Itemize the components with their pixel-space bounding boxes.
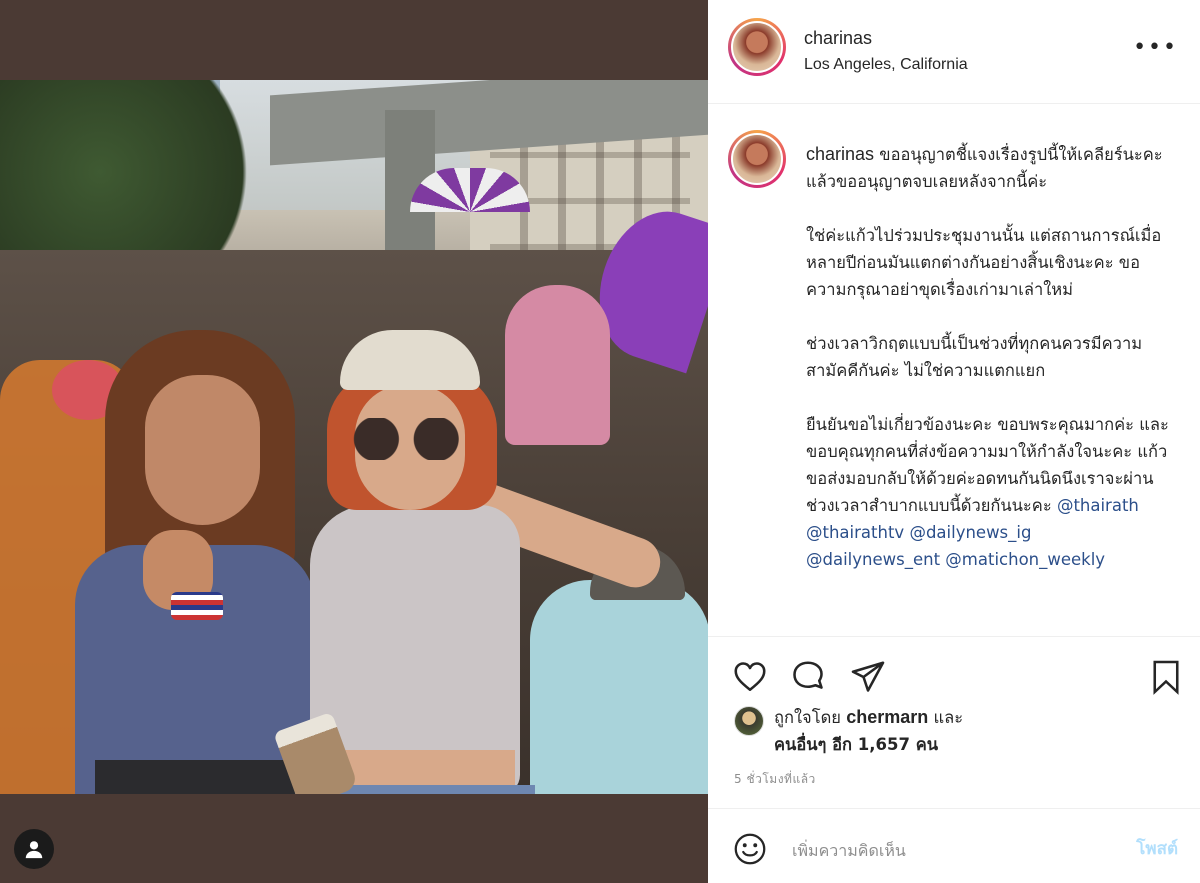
post-panel: charinas Los Angeles, California ••• cha… (708, 0, 1200, 883)
caption-avatar[interactable] (728, 130, 786, 188)
user-icon (25, 841, 43, 859)
comment-icon (793, 661, 823, 689)
profile-icon[interactable] (14, 829, 54, 869)
post-header: charinas Los Angeles, California ••• (708, 0, 1200, 104)
author-avatar[interactable] (728, 18, 786, 76)
liker-username[interactable]: chermarn (846, 707, 928, 727)
post-location[interactable]: Los Angeles, California (804, 56, 968, 74)
caption-area[interactable]: charinas ขออนุญาตชี้แจงเรื่องรูปนี้ให้เค… (708, 105, 1200, 637)
caption-paragraph-2: ใช่ค่ะแก้วไปร่วมประชุมงานนั้น แต่สถานการ… (806, 226, 1162, 299)
like-button[interactable] (730, 657, 770, 697)
bookmark-icon (1153, 660, 1179, 695)
post-comment-button[interactable]: โพสต์ (1136, 835, 1178, 862)
emoji-icon[interactable] (732, 831, 768, 867)
save-button[interactable] (1146, 657, 1186, 697)
comment-bar: โพสต์ (708, 808, 1200, 883)
likes-prefix: ถูกใจโดย (774, 708, 841, 727)
heart-icon (734, 662, 766, 692)
mention-link[interactable]: @matichon_weekly (945, 550, 1105, 569)
share-button[interactable] (848, 657, 888, 697)
liker-avatar[interactable] (734, 706, 764, 736)
mention-link[interactable]: @dailynews_ent (806, 550, 940, 569)
comment-button[interactable] (788, 657, 828, 697)
mention-link[interactable]: @thairath (1057, 496, 1139, 515)
caption-text: charinas ขออนุญาตชี้แจงเรื่องรูปนี้ให้เค… (806, 141, 1178, 600)
post-timestamp[interactable]: 5 ชั่วโมงที่แล้ว (734, 770, 816, 789)
post-photo[interactable] (0, 80, 708, 794)
send-icon (851, 661, 885, 692)
caption-paragraph-3: ช่วงเวลาวิกฤตแบบนี้เป็นช่วงที่ทุกคนควรมี… (806, 334, 1143, 380)
author-username[interactable]: charinas (804, 28, 872, 49)
action-bar (708, 640, 1200, 700)
comment-input[interactable] (792, 835, 1112, 865)
mention-link[interactable]: @dailynews_ig (909, 523, 1031, 542)
mention-link[interactable]: @thairathtv (806, 523, 904, 542)
more-options-icon[interactable]: ••• (1133, 37, 1178, 59)
caption-username[interactable]: charinas (806, 144, 874, 164)
likes-conj: และ (933, 708, 964, 727)
likes-count[interactable]: คนอื่นๆ อีก 1,657 คน (774, 735, 938, 754)
